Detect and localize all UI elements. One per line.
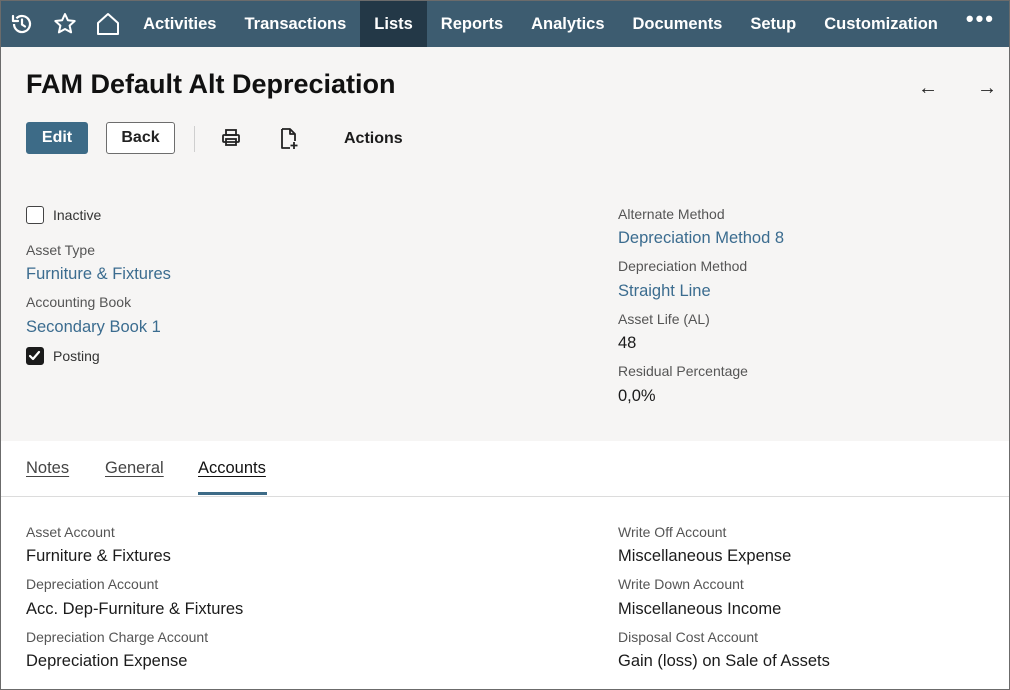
depreciation-method-label: Depreciation Method	[618, 258, 748, 274]
accounts-tab-content: Asset Account Furniture & Fixtures Depre…	[1, 497, 1009, 689]
checkmark-icon	[28, 350, 41, 361]
active-tab-indicator	[198, 492, 267, 495]
more-menu-icon[interactable]: •••	[952, 6, 1009, 42]
depreciation-method-link[interactable]: Straight Line	[618, 282, 711, 301]
inactive-label: Inactive	[53, 207, 102, 223]
nav-customization[interactable]: Customization	[810, 1, 952, 47]
asset-type-link[interactable]: Furniture & Fixtures	[26, 265, 171, 284]
nav-transactions[interactable]: Transactions	[230, 1, 360, 47]
asset-life-label: Asset Life (AL)	[618, 311, 710, 327]
edit-button[interactable]: Edit	[26, 122, 88, 154]
alternate-method-link[interactable]: Depreciation Method 8	[618, 229, 784, 248]
nav-analytics[interactable]: Analytics	[517, 1, 618, 47]
print-icon[interactable]	[220, 127, 242, 154]
residual-percentage-label: Residual Percentage	[618, 363, 748, 379]
page-title: FAM Default Alt Depreciation	[26, 69, 396, 99]
write-down-account-value: Miscellaneous Income	[618, 600, 782, 618]
subtab-bar: Notes General Accounts	[1, 441, 1009, 497]
record-header: FAM Default Alt Depreciation ← → Edit Ba…	[1, 47, 1009, 441]
posting-label: Posting	[53, 348, 100, 364]
asset-life-value: 48	[618, 334, 637, 352]
tab-general[interactable]: General	[105, 459, 164, 478]
alternate-method-label: Alternate Method	[618, 206, 725, 222]
nav-lists[interactable]: Lists	[360, 1, 427, 47]
previous-record-arrow-icon[interactable]: ←	[918, 77, 938, 100]
accounting-book-label: Accounting Book	[26, 294, 132, 310]
write-off-account-value: Miscellaneous Expense	[618, 547, 792, 565]
nav-reports[interactable]: Reports	[427, 1, 517, 47]
asset-account-label: Asset Account	[26, 524, 115, 540]
recent-icon[interactable]	[1, 1, 44, 47]
nav-documents[interactable]: Documents	[619, 1, 737, 47]
new-document-icon[interactable]	[278, 127, 300, 156]
write-down-account-label: Write Down Account	[618, 576, 744, 592]
nav-activities[interactable]: Activities	[129, 1, 230, 47]
tab-notes[interactable]: Notes	[26, 459, 69, 478]
write-off-account-label: Write Off Account	[618, 524, 727, 540]
depreciation-charge-account-value: Depreciation Expense	[26, 652, 188, 670]
depreciation-charge-account-label: Depreciation Charge Account	[26, 629, 209, 645]
next-record-arrow-icon[interactable]: →	[977, 77, 997, 100]
nav-setup[interactable]: Setup	[736, 1, 810, 47]
accounting-book-link[interactable]: Secondary Book 1	[26, 318, 161, 337]
top-navigation-bar: Activities Transactions Lists Reports An…	[1, 1, 1009, 47]
home-icon[interactable]	[86, 1, 129, 47]
toolbar-divider	[194, 126, 195, 152]
back-button[interactable]: Back	[106, 122, 175, 154]
tab-accounts[interactable]: Accounts	[198, 459, 266, 478]
depreciation-account-value: Acc. Dep-Furniture & Fixtures	[26, 600, 244, 618]
inactive-checkbox[interactable]	[26, 206, 44, 224]
posting-checkbox[interactable]	[26, 347, 44, 365]
disposal-cost-account-value: Gain (loss) on Sale of Assets	[618, 652, 830, 670]
asset-account-value: Furniture & Fixtures	[26, 547, 171, 565]
disposal-cost-account-label: Disposal Cost Account	[618, 629, 759, 645]
star-icon[interactable]	[44, 1, 87, 47]
asset-type-label: Asset Type	[26, 242, 96, 258]
depreciation-account-label: Depreciation Account	[26, 576, 159, 592]
actions-menu[interactable]: Actions	[344, 130, 403, 148]
residual-percentage-value: 0,0%	[618, 387, 656, 405]
